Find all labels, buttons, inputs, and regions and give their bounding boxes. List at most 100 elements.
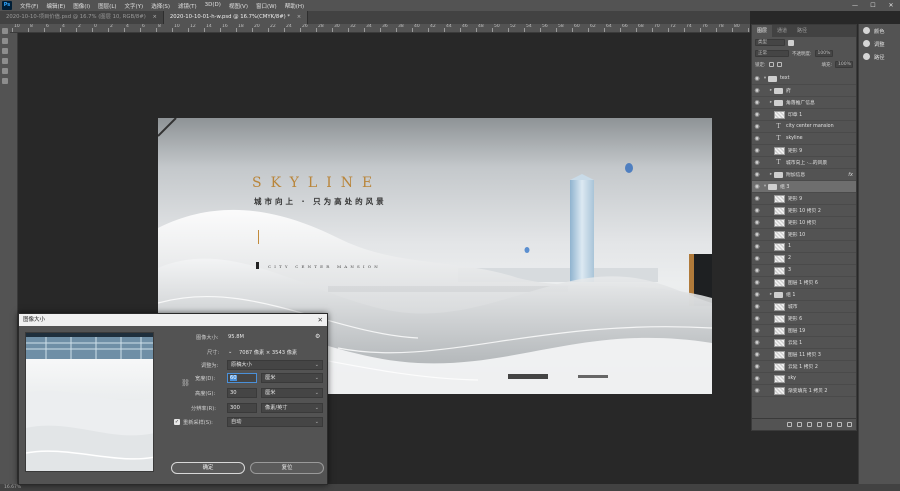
visibility-eye-icon[interactable]: ◉: [752, 243, 762, 250]
layer-row[interactable]: ◉ 3: [752, 265, 856, 277]
layer-row[interactable]: ◉ T 城市向上 ·...的风景: [752, 157, 856, 169]
width-unit-select[interactable]: 厘米 ⌄: [261, 373, 323, 383]
resolution-unit-select[interactable]: 像素/英寸 ⌄: [261, 403, 323, 413]
layer-row[interactable]: ◉ 图层 19: [752, 325, 856, 337]
menu-item-3[interactable]: 图层(L): [94, 2, 120, 10]
lock-pixels-icon[interactable]: [768, 62, 774, 67]
layer-row[interactable]: ◉ 矩形 10 拷贝 2: [752, 205, 856, 217]
tab-document-1[interactable]: 2020-10-10-项目价值.psd @ 16.7% (图层 10, RGB/…: [0, 11, 164, 24]
settings-gear-icon[interactable]: ⚙: [315, 333, 320, 340]
ok-button[interactable]: 确定: [171, 462, 245, 474]
panel-color[interactable]: 颜色: [859, 24, 900, 37]
menu-item-8[interactable]: 视图(V): [225, 2, 252, 10]
text-tool-icon[interactable]: [2, 78, 8, 84]
minimize-button[interactable]: —: [846, 0, 864, 11]
visibility-eye-icon[interactable]: ◉: [752, 75, 762, 82]
opacity-input[interactable]: 100%: [814, 50, 833, 57]
crop-tool-icon[interactable]: [2, 58, 8, 64]
visibility-eye-icon[interactable]: ◉: [752, 195, 762, 202]
visibility-eye-icon[interactable]: ◉: [752, 255, 762, 262]
dimensions-chevron-icon[interactable]: ⌄: [228, 349, 232, 355]
tab-document-2[interactable]: 2020-10-10-01-h-w.psd @ 16.7%(CMYK/8#) *…: [163, 11, 309, 24]
layer-row[interactable]: ◉ ▸ 角落推广信息: [752, 97, 856, 109]
close-icon[interactable]: ✕: [318, 314, 323, 326]
menu-item-5[interactable]: 选择(S): [147, 2, 174, 10]
visibility-eye-icon[interactable]: ◉: [752, 111, 762, 118]
visibility-eye-icon[interactable]: ◉: [752, 87, 762, 94]
tab-layers[interactable]: 图层: [752, 25, 773, 37]
visibility-eye-icon[interactable]: ◉: [752, 171, 762, 178]
menu-item-7[interactable]: 3D(D): [201, 2, 225, 10]
dialog-titlebar[interactable]: 图像大小 ✕: [19, 314, 327, 326]
fill-input[interactable]: 100%: [835, 61, 853, 68]
visibility-eye-icon[interactable]: ◉: [752, 303, 762, 310]
layer-row[interactable]: ◉ 图层 11 拷贝 3: [752, 349, 856, 361]
layer-row[interactable]: ◉ 矩形 9: [752, 145, 856, 157]
move-tool-icon[interactable]: [2, 28, 8, 34]
layer-row[interactable]: ◉ 矩形 10: [752, 229, 856, 241]
link-layers-icon[interactable]: [787, 422, 792, 427]
visibility-eye-icon[interactable]: ◉: [752, 351, 762, 358]
visibility-eye-icon[interactable]: ◉: [752, 375, 762, 382]
close-tab-icon[interactable]: ×: [152, 14, 156, 20]
visibility-eye-icon[interactable]: ◉: [752, 147, 762, 154]
blend-mode-select[interactable]: 正常: [755, 50, 789, 57]
layer-row[interactable]: ◉ 2: [752, 253, 856, 265]
reset-button[interactable]: 复位: [250, 462, 324, 474]
layer-row[interactable]: ◉ 图层 1 拷贝 6: [752, 277, 856, 289]
resample-checkbox[interactable]: ✓: [174, 419, 180, 425]
new-layer-icon[interactable]: [837, 422, 842, 427]
panel-adjust[interactable]: 调整: [859, 37, 900, 50]
layer-row[interactable]: ◉ 云延 1 拷贝 2: [752, 361, 856, 373]
trash-icon[interactable]: [847, 422, 852, 427]
layer-row[interactable]: ◉ ▾ 组 3: [752, 181, 856, 193]
visibility-eye-icon[interactable]: ◉: [752, 99, 762, 106]
close-window-button[interactable]: ✕: [882, 0, 900, 11]
visibility-eye-icon[interactable]: ◉: [752, 183, 762, 190]
height-unit-select[interactable]: 厘米 ⌄: [261, 388, 323, 398]
layer-row[interactable]: ◉ ▸ 组 1: [752, 289, 856, 301]
width-input[interactable]: 60: [227, 373, 257, 383]
visibility-eye-icon[interactable]: ◉: [752, 279, 762, 286]
menu-item-1[interactable]: 编辑(E): [42, 2, 69, 10]
mask-icon[interactable]: [807, 422, 812, 427]
menu-item-0[interactable]: 文件(F): [16, 2, 42, 10]
layer-row[interactable]: ◉ 城市: [752, 301, 856, 313]
maximize-button[interactable]: ☐: [864, 0, 882, 11]
height-input[interactable]: 30: [227, 388, 257, 398]
layer-row[interactable]: ◉ 矩形 6: [752, 313, 856, 325]
image-preview[interactable]: [25, 332, 154, 472]
layer-row[interactable]: ◉ 印章 1: [752, 109, 856, 121]
visibility-eye-icon[interactable]: ◉: [752, 231, 762, 238]
filter-toggle-icon[interactable]: [788, 39, 794, 46]
layer-row[interactable]: ◉ ▸ 附加信息 fx: [752, 169, 856, 181]
layer-row[interactable]: ◉ ▸ 府: [752, 85, 856, 97]
layer-row[interactable]: ◉ 1: [752, 241, 856, 253]
fit-to-select[interactable]: 原稿大小 ⌄: [227, 360, 323, 370]
visibility-eye-icon[interactable]: ◉: [752, 291, 762, 298]
visibility-eye-icon[interactable]: ◉: [752, 207, 762, 214]
visibility-eye-icon[interactable]: ◉: [752, 159, 762, 166]
layer-row[interactable]: ◉ Tcity center mansion: [752, 121, 856, 133]
layer-effects-icon[interactable]: fx: [848, 172, 853, 178]
visibility-eye-icon[interactable]: ◉: [752, 387, 762, 394]
visibility-eye-icon[interactable]: ◉: [752, 315, 762, 322]
menu-item-2[interactable]: 图像(I): [69, 2, 94, 10]
menu-item-4[interactable]: 文字(Y): [121, 2, 148, 10]
fx-icon[interactable]: [797, 422, 802, 427]
menu-item-10[interactable]: 帮助(H): [281, 2, 308, 10]
tab-paths[interactable]: 路径: [792, 25, 812, 37]
new-group-icon[interactable]: [827, 422, 832, 427]
panel-path[interactable]: 路径: [859, 50, 900, 63]
resample-select[interactable]: 自动 ⌄: [227, 417, 323, 427]
tab-channels[interactable]: 通道: [772, 25, 792, 37]
adjustment-layer-icon[interactable]: [817, 422, 822, 427]
visibility-eye-icon[interactable]: ◉: [752, 123, 762, 130]
marquee-tool-icon[interactable]: [2, 38, 8, 44]
lasso-tool-icon[interactable]: [2, 48, 8, 54]
close-tab-icon[interactable]: ×: [297, 14, 301, 20]
kind-filter-select[interactable]: 类型: [755, 39, 785, 46]
layer-row[interactable]: ◉ 矩形 10 拷贝: [752, 217, 856, 229]
brush-tool-icon[interactable]: [2, 68, 8, 74]
layer-row[interactable]: ◉ 云延 1: [752, 337, 856, 349]
